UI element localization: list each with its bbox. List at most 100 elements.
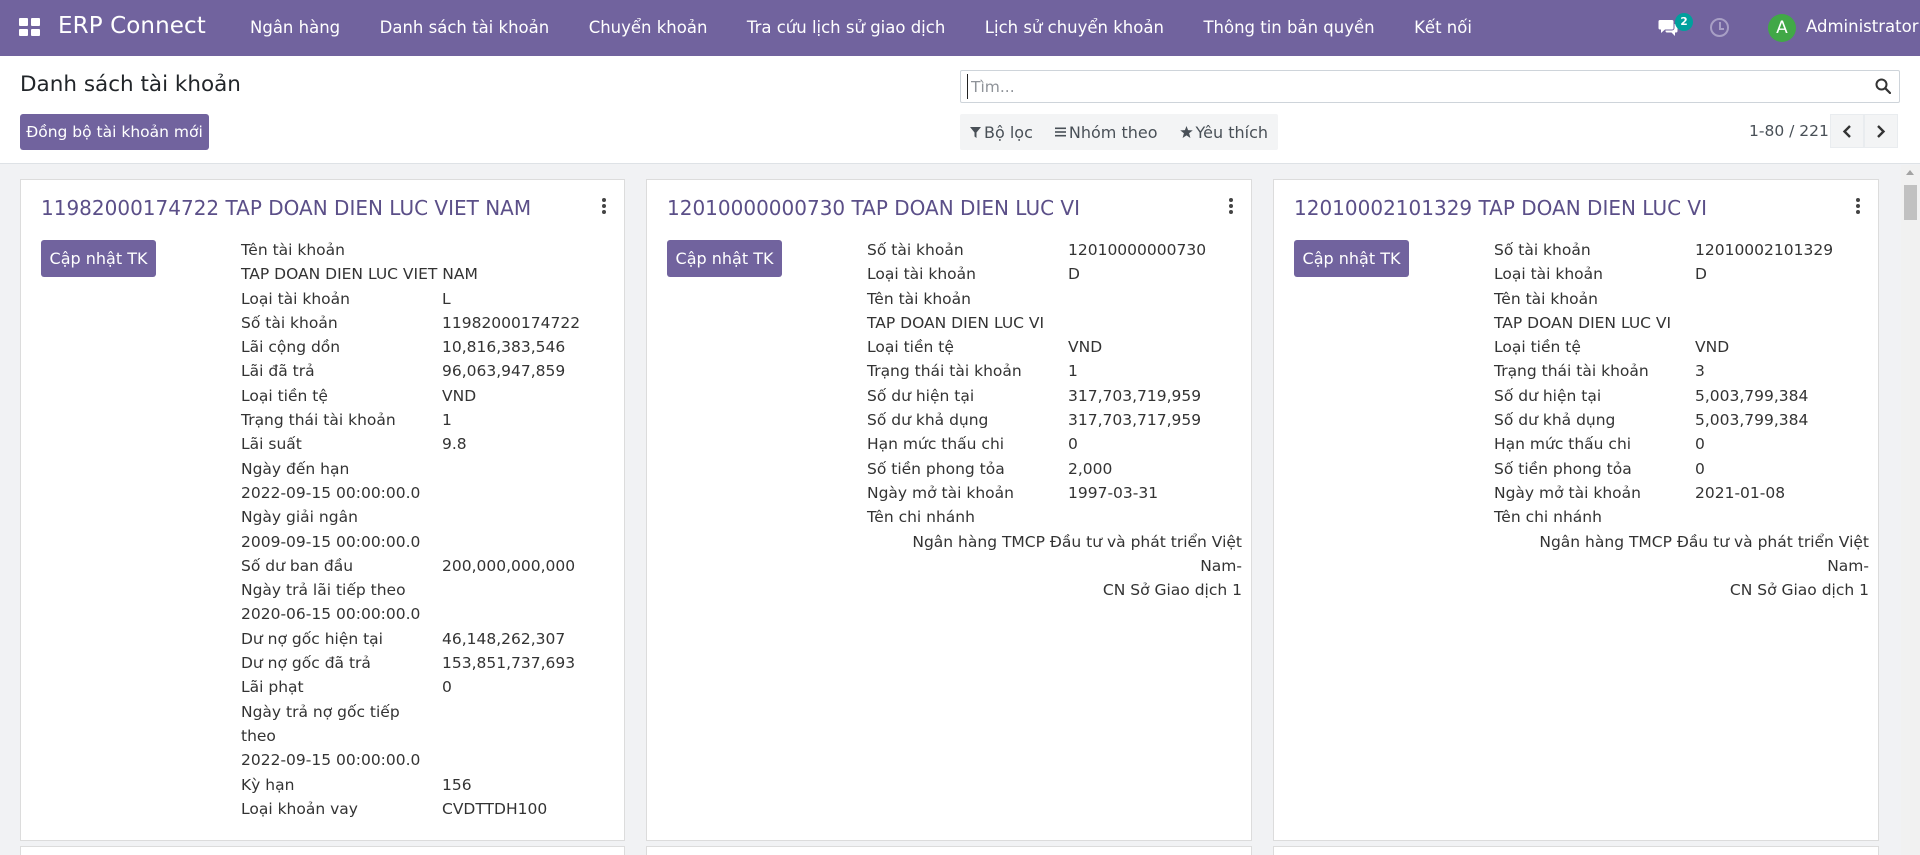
field-value: 12010002101329 — [1695, 241, 1834, 259]
update-account-button[interactable]: Cập nhật TK — [667, 240, 782, 277]
pager-value[interactable]: 1-80 / 221 — [1749, 122, 1829, 140]
filter-dropdown[interactable]: Bộ lọc — [970, 123, 1033, 142]
pager-previous-button[interactable] — [1830, 114, 1864, 148]
field-value: 2,000 — [1068, 459, 1113, 478]
field-label: Số tài khoản — [867, 241, 964, 259]
field-label: Lãi phạt — [241, 678, 304, 697]
card-title[interactable]: 12010002101329 TAP DOAN DIEN LUC VI — [1294, 196, 1707, 220]
account-card[interactable]: 12010002101329 TAP DOAN DIEN LUC VI Cập n… — [1273, 179, 1879, 841]
account-card[interactable]: 11982000174722 TAP DOAN DIEN LUC VIET NA… — [20, 179, 625, 841]
field-row: Lãi đã trả 96,063,947,859 — [241, 359, 616, 383]
field-value: 2020-06-15 00:00:00.0 — [241, 605, 421, 624]
field-value: Ngân hàng TMCP Đầu tư và phát triển Việt… — [912, 532, 1242, 575]
field-label: Ngày mở tài khoản — [867, 483, 1014, 502]
field-label: Dư nợ gốc đã trả — [241, 654, 371, 673]
account-card[interactable] — [646, 846, 1252, 855]
group-by-dropdown[interactable]: Nhóm theo — [1054, 123, 1158, 142]
field-label: Dư nợ gốc hiện tại — [241, 629, 383, 648]
menu-item-ket-noi[interactable]: Kết nối — [1414, 0, 1472, 56]
field-label: Số dư khả dụng — [1494, 411, 1616, 430]
page-title: Danh sách tài khoản — [20, 72, 241, 97]
field-label: Trạng thái tài khoản — [867, 362, 1022, 381]
field-value: Ngân hàng TMCP Đầu tư và phát triển Việt… — [1539, 532, 1869, 575]
field-value: 11982000174722 — [442, 313, 581, 332]
field-label: Tên tài khoản — [241, 241, 345, 259]
scroll-up-arrow-icon[interactable] — [1906, 170, 1914, 175]
field-label: Trạng thái tài khoản — [1494, 362, 1649, 381]
kebab-menu-icon[interactable] — [1229, 198, 1233, 214]
search-input[interactable] — [967, 74, 1867, 99]
field-row: Hạn mức thấu chi 0 — [1494, 432, 1869, 456]
field-label-continued: theo — [241, 726, 276, 745]
user-name[interactable]: Administrator — [1806, 17, 1918, 36]
account-card[interactable] — [1273, 846, 1879, 855]
field-row: Trạng thái tài khoản 3 — [1494, 359, 1869, 383]
field-value: D — [1068, 265, 1080, 284]
field-label: Trạng thái tài khoản — [241, 411, 396, 430]
field-value: TAP DOAN DIEN LUC VIET NAM — [241, 265, 478, 284]
field-row: Số tiền phong tỏa 2,000 — [867, 457, 1242, 481]
field-value: 2022-09-15 00:00:00.0 — [241, 483, 421, 502]
field-label: Số dư khả dụng — [867, 411, 989, 430]
update-account-button[interactable]: Cập nhật TK — [41, 240, 156, 277]
top-navbar: ERP Connect Ngân hàng Danh sách tài khoả… — [0, 0, 1920, 56]
field-value: 2021-01-08 — [1695, 483, 1786, 502]
field-row: Loại tài khoản D — [867, 262, 1242, 286]
field-label: Loại tiền tệ — [867, 338, 954, 357]
field-row: Lãi cộng dồn 10,816,383,546 — [241, 335, 616, 359]
field-label: Loại khoản vay — [241, 799, 358, 818]
search-icon[interactable] — [1875, 78, 1891, 94]
field-label: Kỳ hạn — [241, 775, 295, 794]
field-value: 153,851,737,693 — [442, 654, 576, 673]
field-value: 5,003,799,384 — [1695, 411, 1809, 430]
menu-item-chuyen-khoan[interactable]: Chuyển khoản — [589, 0, 708, 56]
menu-item-thong-tin-ban-quyen[interactable]: Thông tin bản quyền — [1203, 0, 1374, 56]
field-value: 156 — [442, 775, 472, 794]
vertical-scrollbar[interactable] — [1901, 165, 1920, 855]
menu-item-danh-sach-tai-khoan[interactable]: Danh sách tài khoản — [380, 0, 550, 56]
account-card[interactable]: 12010000000730 TAP DOAN DIEN LUC VI Cập n… — [646, 179, 1252, 841]
control-panel: Danh sách tài khoản Đồng bộ tài khoản mớ… — [0, 56, 1920, 164]
field-label: Tên tài khoản — [867, 289, 971, 308]
field-value: 9.8 — [442, 435, 467, 454]
field-value: VND — [1695, 338, 1730, 357]
field-value: 0 — [442, 678, 452, 697]
field-row: Số dư hiện tại 5,003,799,384 — [1494, 384, 1869, 408]
field-row: Ngày mở tài khoản 1997-03-31 — [867, 481, 1242, 505]
card-title[interactable]: 11982000174722 TAP DOAN DIEN LUC VIET NA… — [41, 196, 531, 220]
field-value-continued: CN Sở Giao dịch 1 — [1729, 581, 1869, 600]
field-row: Số tài khoản 11982000174722 — [241, 311, 616, 335]
search-box — [960, 70, 1900, 103]
field-value: 5,003,799,384 — [1695, 386, 1809, 405]
kebab-menu-icon[interactable] — [1856, 198, 1860, 214]
pager-next-button[interactable] — [1864, 114, 1898, 148]
sync-new-accounts-button[interactable]: Đồng bộ tài khoản mới — [20, 114, 209, 150]
field-label: Số tiền phong tỏa — [1494, 459, 1632, 478]
chevron-right-icon — [1877, 125, 1886, 138]
field-row: Dư nợ gốc hiện tại 46,148,262,307 — [241, 627, 616, 651]
field-label: Số tài khoản — [241, 313, 338, 332]
card-title[interactable]: 12010000000730 TAP DOAN DIEN LUC VI — [667, 196, 1080, 220]
scroll-thumb[interactable] — [1904, 185, 1917, 220]
field-label: Lãi suất — [241, 435, 302, 454]
field-row: Loại tiền tệ VND — [241, 384, 616, 408]
field-value: VND — [1068, 338, 1103, 357]
kebab-menu-icon[interactable] — [602, 198, 606, 214]
card-fields: Số tài khoản 12010000000730 Loại tài khoản… — [867, 238, 1242, 602]
apps-menu-icon[interactable] — [19, 18, 40, 36]
field-row: Số tài khoản 12010000000730 — [867, 238, 1242, 262]
filter-label: Bộ lọc — [984, 122, 1033, 142]
field-row: Số tiền phong tỏa 0 — [1494, 457, 1869, 481]
field-label: Loại tiền tệ — [1494, 338, 1581, 357]
account-card[interactable] — [20, 846, 625, 855]
update-account-button[interactable]: Cập nhật TK — [1294, 240, 1409, 277]
app-brand[interactable]: ERP Connect — [58, 13, 206, 39]
menu-item-lich-su-chuyen-khoan[interactable]: Lịch sử chuyển khoản — [985, 0, 1164, 56]
avatar[interactable]: A — [1768, 14, 1796, 42]
field-value: 2009-09-15 00:00:00.0 — [241, 532, 421, 551]
activity-clock-icon[interactable] — [1710, 18, 1729, 37]
menu-item-ngan-hang[interactable]: Ngân hàng — [250, 0, 340, 56]
field-value: TAP DOAN DIEN LUC VI — [1494, 313, 1672, 332]
menu-item-tra-cuu-lich-su[interactable]: Tra cứu lịch sử giao dịch — [747, 0, 945, 56]
favorites-dropdown[interactable]: Yêu thích — [1179, 123, 1268, 142]
